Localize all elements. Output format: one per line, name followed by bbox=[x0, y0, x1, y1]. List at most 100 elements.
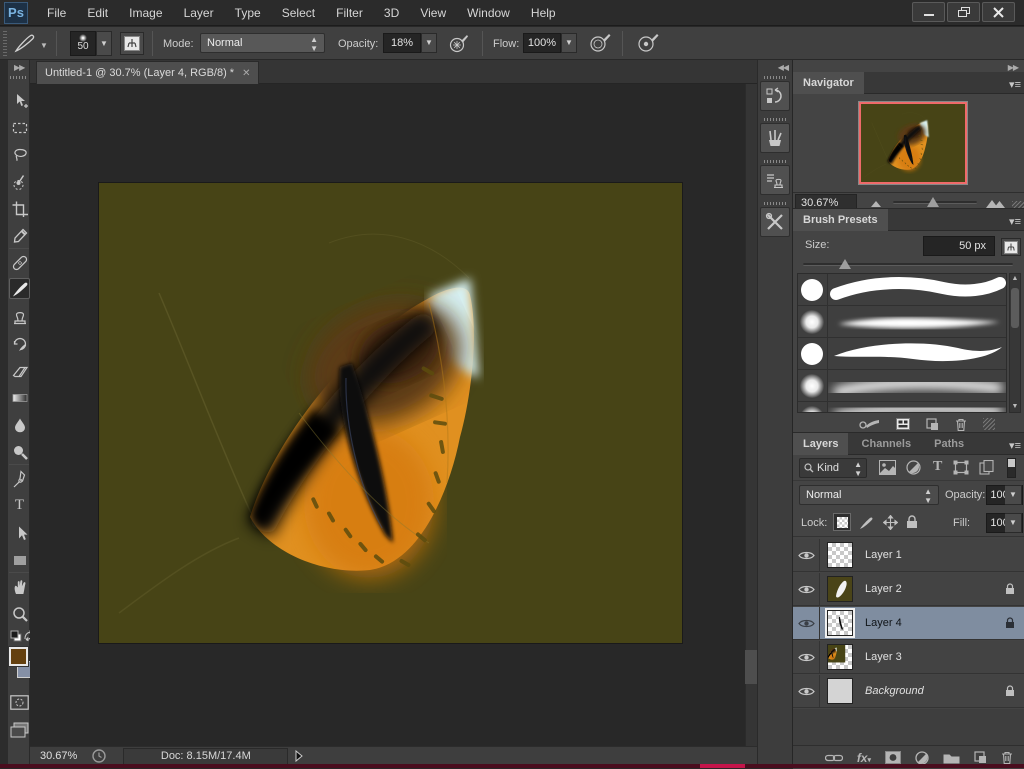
menu-help[interactable]: Help bbox=[522, 0, 565, 26]
status-menu-arrow-icon[interactable] bbox=[292, 749, 306, 763]
document-tab[interactable]: Untitled-1 @ 30.7% (Layer 4, RGB/8) * ✕ bbox=[36, 61, 259, 84]
brush-preset-soft-round[interactable] bbox=[798, 306, 1006, 338]
pen-tool[interactable] bbox=[9, 468, 30, 489]
blur-tool[interactable] bbox=[9, 414, 30, 435]
lock-pixels-button[interactable] bbox=[857, 513, 875, 531]
pixel-layer-filter-icon[interactable] bbox=[879, 460, 896, 475]
shape-filter-icon[interactable] bbox=[953, 460, 969, 475]
dock-grip[interactable] bbox=[764, 76, 786, 79]
filter-kind-select[interactable]: Kind ▲▼ bbox=[799, 458, 867, 478]
trash-icon[interactable] bbox=[955, 418, 967, 431]
toggle-brush-panel-button[interactable] bbox=[120, 32, 144, 55]
brush-preset-picker[interactable]: 50 bbox=[70, 31, 96, 56]
canvas-pasteboard[interactable] bbox=[30, 84, 745, 746]
sync-status-icon[interactable] bbox=[91, 748, 107, 764]
tab-brush-presets[interactable]: Brush Presets bbox=[793, 209, 888, 231]
scroll-thumb[interactable] bbox=[1011, 288, 1019, 328]
layer-row-background[interactable]: Background bbox=[793, 675, 1024, 708]
move-tool[interactable] bbox=[9, 90, 30, 111]
canvas[interactable] bbox=[99, 183, 682, 643]
opacity-value-box[interactable]: 18% bbox=[383, 33, 421, 53]
scroll-up-icon[interactable]: ▲ bbox=[1010, 274, 1020, 284]
lock-position-button[interactable] bbox=[881, 513, 899, 531]
visibility-toggle[interactable] bbox=[793, 607, 820, 640]
history-brush-tool[interactable] bbox=[9, 333, 30, 354]
zoom-tool[interactable] bbox=[9, 603, 30, 624]
canvas-vertical-scrollbar[interactable] bbox=[745, 84, 757, 746]
brush-tool[interactable] bbox=[9, 278, 30, 299]
blend-mode-select[interactable]: Normal ▲▼ bbox=[799, 485, 939, 505]
layer-thumbnail[interactable] bbox=[827, 576, 853, 602]
panel-menu-icon[interactable]: ▾≡ bbox=[1009, 215, 1021, 228]
eyedropper-tool[interactable] bbox=[9, 225, 30, 246]
brush-panel-toggle-icon[interactable] bbox=[896, 418, 910, 430]
toggle-brush-panel-button[interactable] bbox=[1001, 238, 1021, 256]
path-selection-tool[interactable] bbox=[9, 522, 30, 543]
current-tool-button[interactable] bbox=[14, 33, 40, 53]
link-icon[interactable] bbox=[825, 753, 843, 763]
clone-stamp-tool[interactable] bbox=[9, 306, 30, 327]
menu-type[interactable]: Type bbox=[226, 0, 270, 26]
gradient-tool[interactable] bbox=[9, 387, 30, 408]
layer-thumbnail[interactable] bbox=[827, 678, 853, 704]
spot-healing-brush-tool[interactable] bbox=[9, 252, 30, 273]
brush-preset-soft-round[interactable] bbox=[798, 402, 1006, 413]
mode-select[interactable]: Normal ▲▼ bbox=[200, 33, 325, 53]
scroll-down-icon[interactable]: ▼ bbox=[1010, 402, 1020, 412]
toolbar-grip[interactable] bbox=[10, 76, 28, 79]
new-layer-icon[interactable] bbox=[974, 751, 987, 764]
layer-row-layer3[interactable]: Layer 3 bbox=[793, 641, 1024, 674]
tab-navigator[interactable]: Navigator bbox=[793, 72, 864, 94]
options-grip[interactable] bbox=[3, 31, 7, 56]
foreground-color-swatch[interactable] bbox=[9, 647, 28, 666]
dodge-tool[interactable] bbox=[9, 441, 30, 462]
screen-mode-button[interactable] bbox=[10, 722, 29, 738]
type-tool[interactable]: T bbox=[9, 495, 30, 516]
flow-caret[interactable]: ▼ bbox=[561, 33, 577, 53]
tablet-size-button[interactable] bbox=[636, 32, 660, 54]
minimize-button[interactable] bbox=[912, 2, 945, 22]
dock-collapse-button[interactable]: ◀◀ bbox=[778, 63, 788, 72]
menu-layer[interactable]: Layer bbox=[175, 0, 223, 26]
adjustment-layer-icon[interactable] bbox=[915, 751, 929, 765]
brush-preset-soft-round[interactable] bbox=[798, 370, 1006, 402]
brush-size-field[interactable]: 50 px bbox=[923, 236, 995, 256]
adjustment-filter-icon[interactable] bbox=[906, 460, 921, 475]
layer-thumbnail[interactable] bbox=[827, 644, 853, 670]
panel-expand-button[interactable]: ▶▶ bbox=[1008, 63, 1018, 72]
menu-window[interactable]: Window bbox=[458, 0, 519, 26]
lasso-tool[interactable] bbox=[9, 144, 30, 165]
new-brush-icon[interactable] bbox=[926, 418, 939, 431]
menu-filter[interactable]: Filter bbox=[327, 0, 372, 26]
quick-mask-button[interactable] bbox=[10, 695, 29, 710]
brush-panel-button[interactable] bbox=[760, 123, 790, 153]
status-zoom-field[interactable]: 30.67% bbox=[40, 750, 77, 762]
brush-size-slider-thumb[interactable] bbox=[839, 259, 851, 269]
trash-icon[interactable] bbox=[1001, 751, 1013, 764]
opacity-caret[interactable]: ▼ bbox=[1005, 485, 1022, 505]
navigator-zoom-slider-thumb[interactable] bbox=[927, 197, 939, 207]
visibility-toggle[interactable] bbox=[793, 641, 820, 674]
rectangular-marquee-tool[interactable] bbox=[9, 117, 30, 138]
clone-source-panel-button[interactable] bbox=[760, 165, 790, 195]
menu-select[interactable]: Select bbox=[273, 0, 324, 26]
close-tab-icon[interactable]: ✕ bbox=[242, 68, 250, 79]
panel-resize-grip[interactable] bbox=[983, 418, 995, 430]
lock-all-button[interactable] bbox=[903, 513, 921, 531]
visibility-toggle[interactable] bbox=[793, 675, 820, 708]
panel-menu-icon[interactable]: ▾≡ bbox=[1009, 439, 1021, 452]
zoom-out-icon[interactable] bbox=[869, 199, 883, 208]
visibility-toggle[interactable] bbox=[793, 539, 820, 572]
brush-preset-hard-round[interactable] bbox=[798, 274, 1006, 306]
menu-view[interactable]: View bbox=[411, 0, 455, 26]
navigator-proxy-view[interactable] bbox=[859, 102, 967, 184]
group-icon[interactable] bbox=[943, 751, 960, 764]
crop-tool[interactable] bbox=[9, 198, 30, 219]
menu-file[interactable]: File bbox=[38, 0, 75, 26]
preset-scrollbar[interactable]: ▲ ▼ bbox=[1009, 273, 1021, 413]
layer-thumbnail[interactable] bbox=[827, 542, 853, 568]
tablet-opacity-button[interactable] bbox=[448, 32, 470, 54]
dock-grip[interactable] bbox=[764, 202, 786, 205]
stroke-preview-icon[interactable] bbox=[858, 418, 880, 430]
default-colors-button[interactable] bbox=[10, 630, 22, 642]
